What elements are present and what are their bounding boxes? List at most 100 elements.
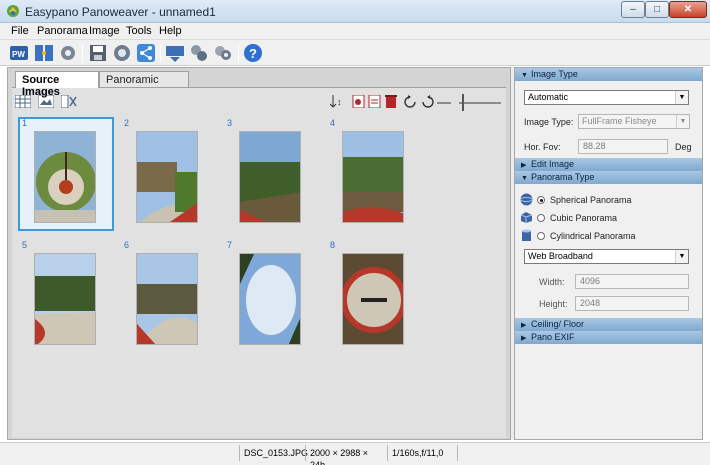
menu-image[interactable]: Image (89, 25, 120, 37)
collapse-arrow-icon: ▼ (521, 175, 528, 182)
collapse-arrow-icon: ▼ (521, 72, 528, 79)
zoom-slider-handle[interactable] (462, 94, 464, 111)
status-dimensions: 2000 × 2988 × 24b (305, 445, 387, 465)
minimize-button[interactable]: – (621, 1, 645, 18)
height-field[interactable]: 2048 (575, 296, 689, 311)
chevron-down-icon: ▼ (675, 250, 688, 263)
thumbnail-number: 3 (227, 118, 233, 128)
cylindrical-panorama-label: Cylindrical Panorama (550, 231, 636, 241)
thumbnail-number: 8 (330, 240, 336, 250)
sort-icon[interactable]: ↕ (330, 95, 346, 108)
app-logo-icon (7, 5, 19, 17)
thumbnail-image[interactable] (34, 253, 96, 345)
section-edit-image[interactable]: ▶ Edit Image (515, 158, 702, 171)
title-bar: Easypano Panoweaver - unnamed1 – □ ✕ (0, 0, 710, 23)
publish-icon[interactable] (164, 42, 186, 64)
window-title: Easypano Panoweaver - unnamed1 (25, 5, 216, 19)
rotate-right-icon[interactable] (419, 95, 435, 108)
image-type-select[interactable]: FullFrame Fisheye ▼ (578, 114, 690, 129)
thumbnail-number: 7 (227, 240, 233, 250)
batch-settings-icon[interactable] (212, 42, 234, 64)
section-panorama-type[interactable]: ▼ Panorama Type (515, 171, 702, 184)
image-type-value: FullFrame Fisheye (582, 116, 657, 126)
image-type-mode-value: Automatic (528, 92, 569, 102)
cylindrical-panorama-radio[interactable] (537, 232, 545, 240)
cubic-panorama-label: Cubic Panorama (550, 213, 618, 223)
image-type-label: Image Type: (524, 117, 574, 127)
thumbnail-image[interactable] (342, 253, 404, 345)
status-bar: DSC_0153.JPG 2000 × 2988 × 24b 1/160s,f/… (0, 442, 710, 465)
source-images-panel: Source Images Panoramic Image ↕ 1 2 3 (7, 67, 511, 440)
thumbnail-image[interactable] (239, 253, 301, 345)
section-image-type[interactable]: ▼ Image Type (515, 68, 702, 81)
section-pano-exif[interactable]: ▶ Pano EXIF (515, 331, 702, 344)
zoom-slider-track[interactable] (459, 102, 501, 104)
delete-icon[interactable] (383, 95, 399, 108)
status-empty (457, 445, 707, 461)
pw-icon[interactable]: PW (8, 42, 30, 64)
output-preset-select[interactable]: Web Broadband ▼ (524, 249, 689, 264)
detail-view-icon[interactable] (61, 95, 77, 108)
thumbnail-image[interactable] (34, 131, 96, 223)
status-filename: DSC_0153.JPG (239, 445, 308, 461)
hor-fov-label: Hor. Fov: (524, 142, 561, 152)
thumbnail-image[interactable] (136, 253, 198, 345)
rotate-left-icon[interactable] (403, 95, 419, 108)
properties-panel: ▼ Image Type Automatic ▼ Image Type: Full… (514, 67, 703, 440)
hor-fov-unit: Deg (675, 142, 692, 152)
chevron-down-icon: ▼ (676, 115, 689, 128)
section-edit-image-label: Edit Image (531, 159, 575, 169)
section-ceiling-floor-label: Ceiling/ Floor (531, 319, 585, 329)
menu-bar: File Panorama Image Tools Help (0, 23, 710, 40)
save-icon[interactable] (87, 42, 109, 64)
width-field[interactable]: 4096 (575, 274, 689, 289)
share-icon[interactable] (135, 42, 157, 64)
main-toolbar: PW ? (0, 40, 710, 66)
thumbnail-image[interactable] (239, 131, 301, 223)
menu-help[interactable]: Help (159, 25, 182, 37)
thumbnail-image[interactable] (136, 131, 198, 223)
thumbnail-number: 6 (124, 240, 130, 250)
status-exposure: 1/160s,f/11,0 (387, 445, 457, 461)
toolbar-separator (238, 44, 239, 62)
section-ceiling-floor[interactable]: ▶ Ceiling/ Floor (515, 318, 702, 331)
thumbnail-number: 1 (22, 118, 28, 128)
maximize-button[interactable]: □ (645, 1, 669, 18)
cube-icon (520, 212, 533, 223)
stitch-icon[interactable] (33, 42, 55, 64)
thumbnail-number: 5 (22, 240, 28, 250)
hor-fov-field[interactable]: 88.28 (578, 139, 668, 154)
thumbnail-number: 2 (124, 118, 130, 128)
settings-icon[interactable] (57, 42, 79, 64)
tab-panoramic-image[interactable]: Panoramic Image (99, 71, 189, 98)
menu-tools[interactable]: Tools (126, 25, 152, 37)
cylinder-icon (522, 229, 531, 241)
thumbnail-toolbar: ↕ (12, 88, 506, 114)
replace-image-icon[interactable] (367, 95, 383, 108)
help-glyph: ? (249, 46, 257, 61)
add-image-icon[interactable] (351, 95, 367, 108)
expand-arrow-icon: ▶ (521, 335, 527, 342)
zoom-slider-minus (437, 102, 451, 104)
section-pano-exif-label: Pano EXIF (531, 332, 575, 342)
menu-panorama[interactable]: Panorama (37, 25, 88, 37)
tab-source-images[interactable]: Source Images (15, 71, 99, 98)
thumbnail-number: 4 (330, 118, 336, 128)
close-button[interactable]: ✕ (669, 1, 707, 18)
menu-file[interactable]: File (11, 25, 29, 37)
chevron-down-icon: ▼ (675, 91, 688, 104)
help-icon[interactable]: ? (242, 42, 264, 64)
output-preset-value: Web Broadband (528, 251, 593, 261)
image-type-mode-select[interactable]: Automatic ▼ (524, 90, 689, 105)
preview-icon[interactable] (111, 42, 133, 64)
thumbnail-image[interactable] (342, 131, 404, 223)
thumbnail-area: ↕ 1 2 3 4 5 6 7 8 (12, 87, 506, 438)
spherical-panorama-radio[interactable] (537, 196, 545, 204)
batch-icon[interactable] (188, 42, 210, 64)
section-panorama-type-label: Panorama Type (531, 172, 595, 182)
cubic-panorama-radio[interactable] (537, 214, 545, 222)
spherical-panorama-label: Spherical Panorama (550, 195, 632, 205)
toolbar-separator (82, 44, 83, 62)
svg-text:PW: PW (12, 50, 25, 59)
sphere-icon (520, 193, 533, 206)
